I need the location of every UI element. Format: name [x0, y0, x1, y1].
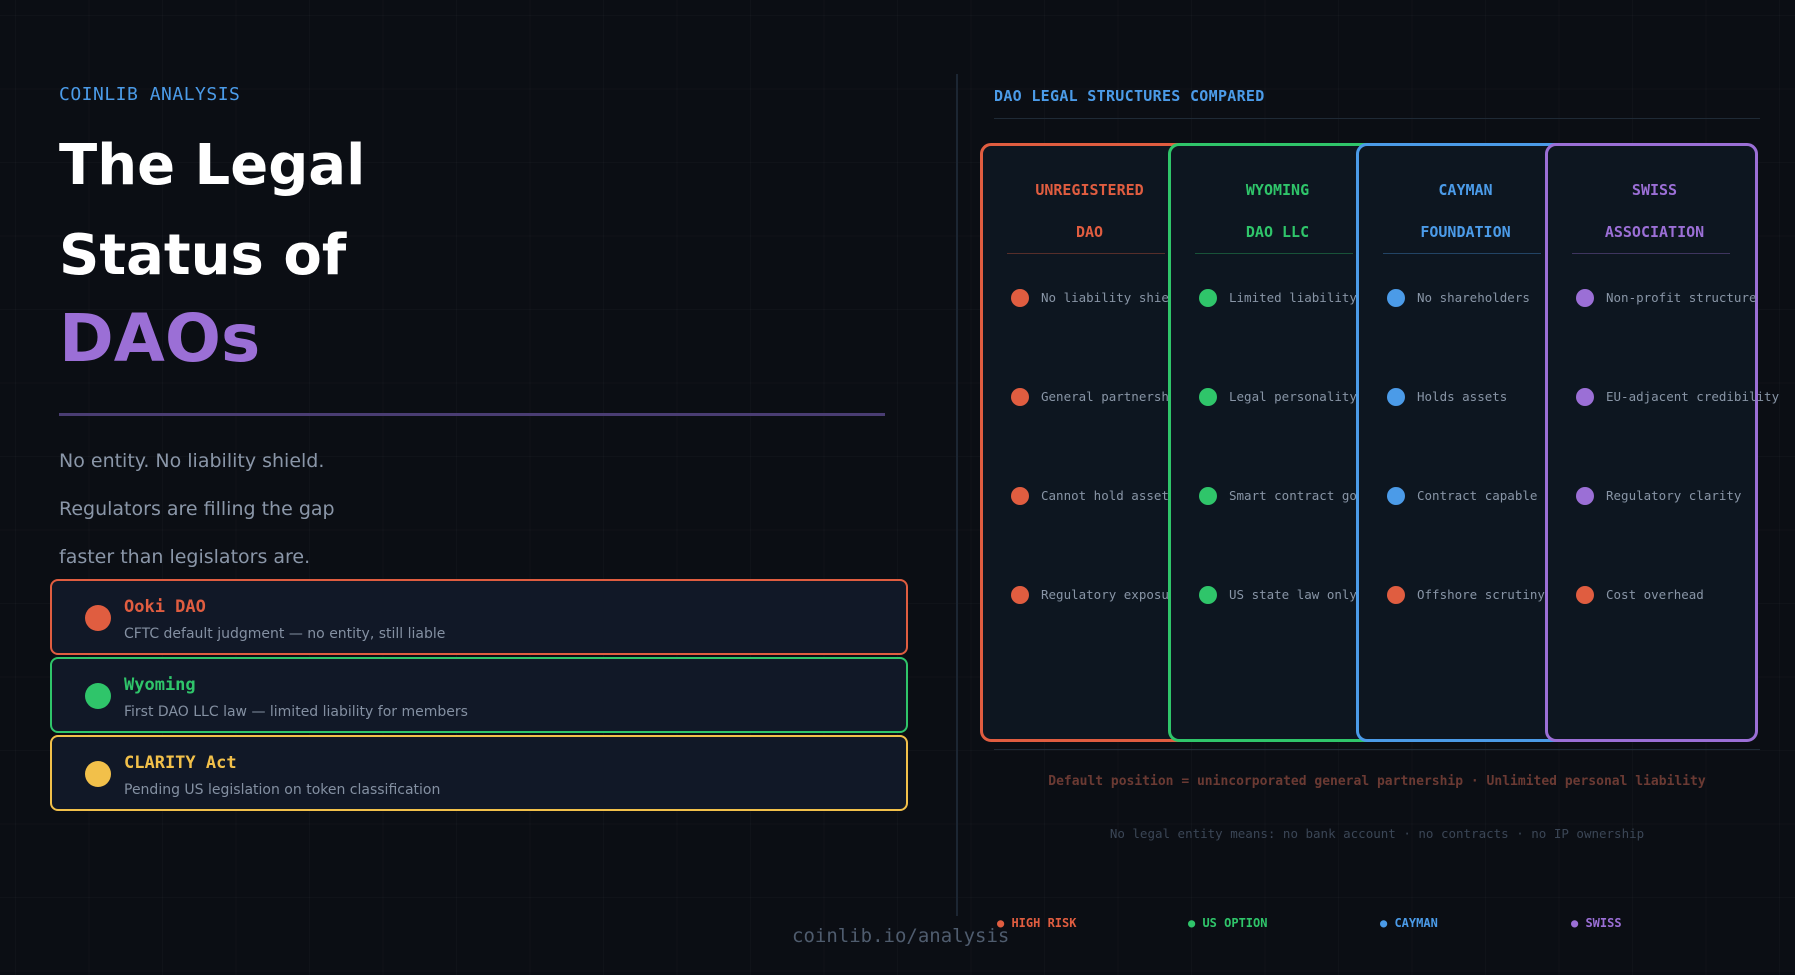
page-title-highlight: DAOs [59, 300, 261, 377]
case-dot-icon [85, 605, 111, 631]
feature-status-icon [1576, 487, 1594, 505]
feature-text: Regulatory clarity [1606, 488, 1742, 503]
comparison-top-rule [994, 118, 1760, 119]
feature-status-icon [1387, 487, 1405, 505]
case-subtitle: First DAO LLC law — limited liability fo… [124, 704, 468, 720]
feature-text: Offshore scrutiny [1417, 587, 1545, 602]
structure-card-unregistered: UNREGISTERED DAO No liability shield Genera… [980, 143, 1222, 742]
feature-status-icon [1011, 289, 1029, 307]
case-card-clarity-act: CLARITY Act Pending US legislation on to… [50, 735, 908, 811]
feature-status-icon [1576, 388, 1594, 406]
default-position-note: Default position = unincorporated genera… [1048, 774, 1706, 789]
feature-text: Legal personality [1229, 389, 1357, 404]
structure-title-line-1: CAYMAN [1438, 181, 1493, 199]
feature-text: EU-adjacent credibility [1606, 389, 1780, 404]
case-title: CLARITY Act [124, 753, 237, 773]
comparison-bottom-rule [994, 749, 1760, 750]
feature-text: Cost overhead [1606, 587, 1704, 602]
structure-title-rule [1007, 253, 1165, 254]
structure-title-line-2: DAO [1075, 223, 1104, 241]
title-divider [59, 413, 885, 416]
comparison-heading: DAO LEGAL STRUCTURES COMPARED [994, 87, 1265, 105]
feature-text: Contract capable [1417, 488, 1538, 503]
legend-item: ● HIGH RISK [997, 916, 1077, 930]
panel-divider [956, 74, 958, 916]
structure-title-line-1: SWISS [1631, 181, 1678, 199]
kicker-label: COINLIB ANALYSIS [59, 84, 241, 105]
feature-status-icon [1011, 388, 1029, 406]
description-line-1: No entity. No liability shield. [59, 450, 325, 472]
feature-status-icon [1387, 289, 1405, 307]
case-dot-icon [85, 761, 111, 787]
feature-status-icon [1011, 586, 1029, 604]
feature-text: Cannot hold assets [1041, 488, 1177, 503]
feature-status-icon [1199, 388, 1217, 406]
feature-text: Limited liability [1229, 290, 1357, 305]
feature-status-icon [1199, 586, 1217, 604]
case-title: Wyoming [124, 675, 196, 695]
feature-text: Smart contract gov. [1229, 488, 1372, 503]
structure-title-rule [1195, 253, 1353, 254]
footer-url: coinlib.io/analysis [792, 925, 1010, 947]
structure-title-rule [1572, 253, 1730, 254]
case-title: Ooki DAO [124, 597, 206, 617]
legend-item: ● US OPTION [1188, 916, 1268, 930]
page-title-line-2: Status of [59, 223, 347, 288]
legend-item: ● CAYMAN [1380, 916, 1438, 930]
structure-card-wyoming: WYOMING DAO LLC Limited liability Legal per… [1168, 143, 1381, 742]
feature-status-icon [1387, 388, 1405, 406]
structure-card-cayman: CAYMAN FOUNDATION No shareholders Holds ass… [1356, 143, 1569, 742]
feature-text: No shareholders [1417, 290, 1530, 305]
feature-text: No liability shield [1041, 290, 1184, 305]
structure-title-rule [1383, 253, 1541, 254]
feature-status-icon [1011, 487, 1029, 505]
feature-text: Regulatory exposure [1041, 587, 1184, 602]
case-card-ooki-dao: Ooki DAO CFTC default judgment — no enti… [50, 579, 908, 655]
case-card-wyoming: Wyoming First DAO LLC law — limited liab… [50, 657, 908, 733]
feature-status-icon [1576, 586, 1594, 604]
structure-title-line-1: WYOMING [1245, 181, 1310, 199]
description-line-2: Regulators are filling the gap [59, 498, 335, 520]
feature-text: Non-profit structure [1606, 290, 1757, 305]
case-dot-icon [85, 683, 111, 709]
legend-item: ● SWISS [1571, 916, 1622, 930]
feature-text: Holds assets [1417, 389, 1508, 404]
structure-title-line-2: DAO LLC [1245, 223, 1310, 241]
feature-status-icon [1576, 289, 1594, 307]
structure-title-line-2: FOUNDATION [1420, 223, 1511, 241]
page-title-line-1: The Legal [59, 133, 366, 198]
feature-status-icon [1199, 289, 1217, 307]
no-entity-note: No legal entity means: no bank account ·… [1109, 826, 1645, 841]
structure-title-line-2: ASSOCIATION [1604, 223, 1705, 241]
feature-text: US state law only [1229, 587, 1357, 602]
feature-status-icon [1199, 487, 1217, 505]
structure-title-line-1: UNREGISTERED [1035, 181, 1144, 199]
description-line-3: faster than legislators are. [59, 546, 311, 568]
case-subtitle: CFTC default judgment — no entity, still… [124, 626, 446, 642]
structure-card-swiss: SWISS ASSOCIATION Non-profit structure EU-a… [1545, 143, 1779, 742]
case-subtitle: Pending US legislation on token classifi… [124, 782, 441, 798]
feature-status-icon [1387, 586, 1405, 604]
